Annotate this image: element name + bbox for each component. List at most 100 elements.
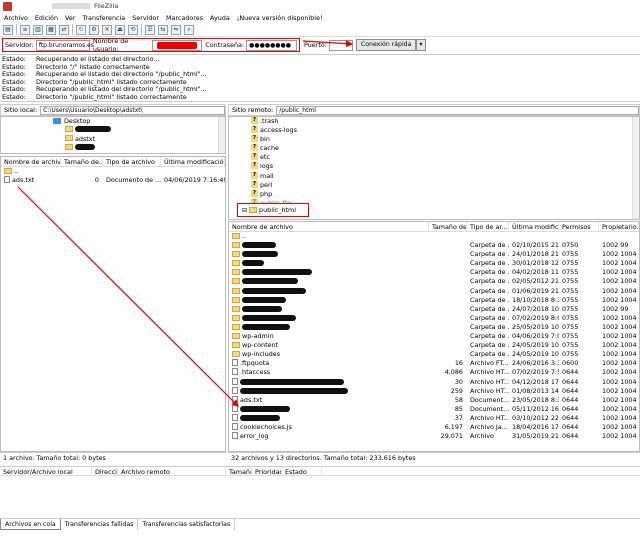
col-type[interactable]: Tipo de ar... xyxy=(467,222,509,231)
col-name[interactable]: Nombre de archivo xyxy=(229,222,429,231)
col-size[interactable]: Tamaño de... xyxy=(429,222,467,231)
table-row[interactable]: Carpeta de ...02/10/2015 21:...07501002 … xyxy=(229,241,639,250)
menu-transferencia[interactable]: Transferencia xyxy=(82,14,125,22)
remote-tree-scrollbar[interactable] xyxy=(632,117,639,219)
server-input[interactable]: ftp.brunoramos.es xyxy=(35,39,94,51)
tree-node-trash[interactable]: ? .trash xyxy=(229,117,639,126)
redaction-bar xyxy=(242,278,298,285)
table-row[interactable]: ads.txt58Document...23/05/2018 8:3...064… xyxy=(229,395,639,405)
redaction-bar xyxy=(242,269,312,276)
tree-node-adstxt[interactable]: adstxt xyxy=(1,135,225,144)
table-row[interactable]: Carpeta de ...02/05/2012 21:...07551002 … xyxy=(229,277,639,286)
tab-queued-files[interactable]: Archivos en cola xyxy=(0,519,61,530)
tree-node-redacted[interactable] xyxy=(1,126,225,135)
queue-col-priority[interactable]: Prioridad xyxy=(252,467,282,475)
compare-icon[interactable]: ⇆ xyxy=(158,24,168,35)
menu-ayuda[interactable]: Ayuda xyxy=(210,14,230,22)
tree-node-perl[interactable]: ? perl xyxy=(229,180,639,190)
user-label: Nombre de usuario: xyxy=(92,37,129,53)
user-redaction xyxy=(156,41,197,49)
tree-node-php[interactable]: ? php xyxy=(229,189,639,199)
col-permissions[interactable]: Permisos xyxy=(559,222,599,231)
table-row[interactable]: 259Archivo HT...01/08/2013 14:...0644100… xyxy=(229,386,639,396)
cancel-icon[interactable]: ✕ xyxy=(102,24,112,35)
local-path-input[interactable]: C:\Users\Usuario\Desktop\adstxt\ xyxy=(40,105,225,115)
col-modified[interactable]: Última modific... xyxy=(509,222,559,231)
tab-successful-transfers[interactable]: Transferencias satisfactorias xyxy=(138,519,236,530)
table-row[interactable]: wp-contentCarpeta de ...24/05/2019 10:..… xyxy=(229,341,639,350)
site-manager-icon[interactable]: ▤ xyxy=(3,24,13,35)
queue-col-size[interactable]: Tamaño xyxy=(226,467,252,475)
menu-update[interactable]: ¡Nueva versión disponible! xyxy=(237,14,323,22)
reconnect-icon[interactable]: ⟲ xyxy=(128,24,138,35)
tree-node-cache[interactable]: ? cache xyxy=(229,144,639,153)
process-queue-icon[interactable]: ⚙ xyxy=(89,24,99,35)
queue-col-status[interactable]: Estado xyxy=(282,467,322,475)
table-row[interactable]: error_log29,071Archivo31/05/2019 21:...0… xyxy=(229,432,639,441)
table-row[interactable]: Carpeta de ...18/10/2018 8:3...07551002 … xyxy=(229,296,639,305)
menu-servidor[interactable]: Servidor xyxy=(132,14,159,22)
table-row[interactable]: .htaccess 4,086 Archivo HT... 07/02/2019 7:… xyxy=(229,368,639,377)
col-name[interactable]: Nombre de archivo xyxy=(1,157,61,166)
table-row[interactable]: Carpeta de ...25/05/2019 10:...07551002 … xyxy=(229,323,639,332)
table-row[interactable]: Carpeta de ...24/07/2018 10:...07551002 … xyxy=(229,305,639,314)
table-row[interactable]: Carpeta de ...07/02/2019 8:0...07551002 … xyxy=(229,314,639,323)
tree-node-logs[interactable]: ? logs xyxy=(229,162,639,171)
table-row[interactable]: 85Document...05/11/2012 16:...06441002 1… xyxy=(229,404,639,414)
col-type[interactable]: Tipo de archivo xyxy=(103,157,161,166)
table-row[interactable]: 30Archivo HT...04/12/2018 17:...06441002… xyxy=(229,377,639,387)
col-owner[interactable]: Propietario... xyxy=(599,222,639,231)
menu-marcadores[interactable]: Marcadores xyxy=(166,14,203,22)
refresh-icon[interactable]: ↻ xyxy=(76,24,86,35)
table-row[interactable]: Carpeta de ...01/06/2019 21:...07551002 … xyxy=(229,287,639,296)
table-row[interactable]: wp-adminCarpeta de ...04/06/2019 7:0...0… xyxy=(229,332,639,341)
remote-path-input[interactable]: /public_html xyxy=(276,105,639,115)
menu-edicion[interactable]: Edición xyxy=(35,14,58,22)
tree-node-access-logs[interactable]: ? access-logs xyxy=(229,126,639,135)
unknown-folder-icon: ? xyxy=(251,126,258,134)
password-input[interactable]: ●●●●●●●● xyxy=(246,39,297,51)
tree-node-redacted[interactable] xyxy=(1,144,225,153)
toggle-local-tree-icon[interactable]: ▥ xyxy=(33,24,43,35)
quickconnect-dropdown[interactable]: ▾ xyxy=(416,39,426,51)
table-row[interactable]: wp-includesCarpeta de ...24/05/2019 10:.… xyxy=(229,350,639,359)
table-row[interactable]: Carpeta de ...30/01/2018 12:...07551002 … xyxy=(229,259,639,268)
list-item-ads-txt[interactable]: ads.txt 0 Documento de ... 04/06/2019 7:… xyxy=(1,176,225,185)
file-icon xyxy=(232,413,238,421)
queue-col-local[interactable]: Servidor/Archivo local xyxy=(0,467,92,475)
menu-ver[interactable]: Ver xyxy=(65,14,75,22)
tree-node-public-html[interactable]: ⊟ public_html xyxy=(237,203,309,217)
tree-node-desktop[interactable]: Desktop xyxy=(1,117,225,126)
menu-archivo[interactable]: Archivo xyxy=(4,14,28,22)
folder-icon xyxy=(232,278,240,285)
user-input[interactable] xyxy=(151,39,203,51)
title-redaction xyxy=(52,3,90,9)
toggle-queue-icon[interactable]: ⇄ xyxy=(59,24,69,35)
disconnect-icon[interactable]: ⏏ xyxy=(115,24,125,35)
table-row[interactable]: cookiechoices.js 6,197 Archivo Ja... 18/04/… xyxy=(229,422,639,432)
toggle-log-icon[interactable]: ≡ xyxy=(20,24,30,35)
list-item-parent[interactable]: .. xyxy=(229,232,639,241)
local-tree-scrollbar[interactable] xyxy=(218,117,225,153)
queue-col-direction[interactable]: Direcci... xyxy=(92,467,118,475)
table-row[interactable]: .ftpquota16Archivo FT...24/06/2016 3:3..… xyxy=(229,359,639,368)
tab-failed-transfers[interactable]: Transferencias fallidas xyxy=(61,519,139,530)
table-row[interactable]: Carpeta de ...04/02/2018 11:...07551002 … xyxy=(229,268,639,277)
col-modified[interactable]: Última modificación xyxy=(161,157,225,166)
search-icon[interactable]: ⌕ xyxy=(184,24,194,35)
tree-node-mail[interactable]: ? mail xyxy=(229,171,639,181)
window-title: FileZilla xyxy=(94,2,119,10)
toggle-remote-tree-icon[interactable]: ▦ xyxy=(46,24,56,35)
sync-browse-icon[interactable]: ⇋ xyxy=(171,24,181,35)
tree-node-etc[interactable]: ? etc xyxy=(229,153,639,162)
list-item-parent[interactable]: .. xyxy=(1,167,225,176)
table-row[interactable]: Carpeta de ...24/01/2018 21:...07551002 … xyxy=(229,250,639,259)
col-size[interactable]: Tamaño de... xyxy=(61,157,103,166)
tree-node-bin[interactable]: ? bin xyxy=(229,135,639,144)
queue-col-remote[interactable]: Archivo remoto xyxy=(118,467,226,475)
quickconnect-button[interactable]: Conexión rápida xyxy=(355,39,417,51)
unknown-folder-icon: ? xyxy=(251,171,258,179)
filter-icon[interactable]: ☰ xyxy=(145,24,155,35)
table-row[interactable]: 37Archivo HT...03/10/2012 22:...06441002… xyxy=(229,413,639,423)
port-input[interactable] xyxy=(328,39,353,51)
